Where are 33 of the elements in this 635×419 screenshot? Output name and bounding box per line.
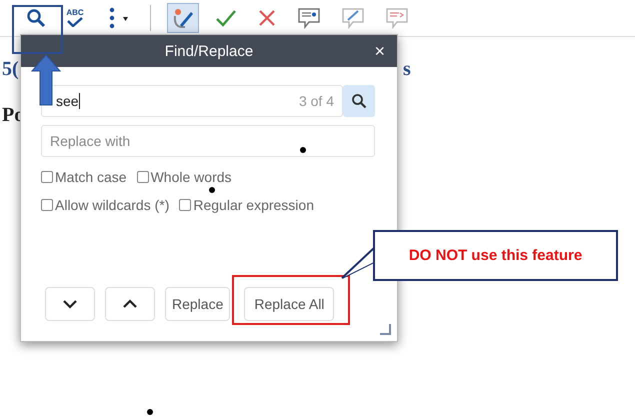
replace-button[interactable]: Replace All <box>244 287 334 321</box>
resize-grip-icon[interactable] <box>379 323 391 335</box>
cross-icon <box>257 8 277 28</box>
pen-icon <box>171 6 195 30</box>
search-button[interactable] <box>343 85 375 117</box>
comment-icon <box>385 7 409 29</box>
chevron-up-icon <box>122 299 138 309</box>
track-button[interactable] <box>167 3 199 33</box>
option-checkbox[interactable]: Match case <box>41 169 127 185</box>
highlight-frame <box>12 5 63 54</box>
previous-button[interactable] <box>105 287 155 321</box>
chevron-down-icon <box>62 299 78 309</box>
replace-button[interactable]: Replace <box>165 287 230 321</box>
replace-field[interactable]: Replace with <box>41 125 375 157</box>
spell-button[interactable]: ABC <box>62 3 88 33</box>
warning-text: DO NOT use this feature <box>408 247 582 264</box>
option-checkbox[interactable]: Allow wildcards (*) <box>41 197 170 213</box>
match-count: 3 of 4 <box>298 93 334 109</box>
document-text: 5( <box>2 58 19 81</box>
checkmark-icon <box>215 8 237 28</box>
dialog-title: Find/Replace <box>164 42 254 60</box>
find-field[interactable]: see 3 of 4 <box>41 85 343 117</box>
dot-mark <box>147 409 153 415</box>
comment-icon <box>341 7 365 29</box>
search-icon <box>351 93 367 109</box>
close-button[interactable]: × <box>370 41 389 61</box>
option-checkbox[interactable]: Whole words <box>136 169 232 185</box>
search-icon <box>26 8 46 28</box>
comment-icon <box>297 7 321 29</box>
checkmark-icon <box>66 17 84 27</box>
document-text: s <box>403 58 411 81</box>
option-checkbox[interactable]: Regular expression <box>179 197 314 213</box>
next-button[interactable] <box>45 287 95 321</box>
